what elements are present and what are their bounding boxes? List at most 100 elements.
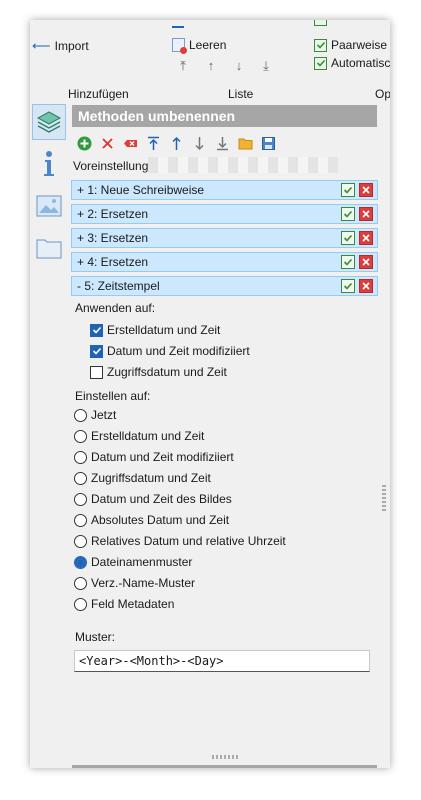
image-icon xyxy=(36,195,62,217)
set-to-option-radio[interactable]: Relatives Datum und relative Uhrzeit xyxy=(74,534,286,548)
clear-list-icon xyxy=(172,38,187,54)
move-top-icon[interactable]: ⤒ xyxy=(175,58,191,74)
radio-icon xyxy=(74,492,87,506)
remove-method-icon[interactable] xyxy=(359,279,373,293)
method-icon-bar xyxy=(76,133,277,153)
set-to-option-radio[interactable]: Feld Metadaten xyxy=(74,597,174,611)
delete-method-button[interactable] xyxy=(99,135,116,152)
pattern-input[interactable]: <Year>-<Month>-<Day> xyxy=(74,650,370,672)
add-method-button[interactable] xyxy=(76,135,93,152)
move-down-icon[interactable]: ↓ xyxy=(231,58,247,74)
method-row-label: + 3: Ersetzen xyxy=(77,231,149,245)
set-to-option-radio[interactable]: Absolutes Datum und Zeit xyxy=(74,513,229,527)
open-folder-icon xyxy=(238,138,253,149)
move-up-icon[interactable]: ↑ xyxy=(203,58,219,74)
presets-dropdown[interactable] xyxy=(148,157,338,173)
option-checkbox-icon xyxy=(314,20,327,26)
move-bottom-icon[interactable]: ⤓ xyxy=(258,58,274,74)
method-row[interactable]: + 1: Neue Schreibweise xyxy=(71,180,378,200)
radio-selected-icon xyxy=(74,555,87,569)
radio-icon xyxy=(74,471,87,485)
apply-created-checkbox[interactable]: Erstelldatum und Zeit xyxy=(90,323,220,337)
radio-icon xyxy=(74,576,87,590)
method-row-label: + 4: Ersetzen xyxy=(77,255,149,269)
save-preset-button[interactable] xyxy=(260,135,277,152)
remove-method-icon[interactable] xyxy=(359,255,373,269)
remove-method-icon[interactable] xyxy=(359,231,373,245)
set-to-label: Einstellen auf: xyxy=(75,389,151,403)
import-button[interactable]: ⟵ Import xyxy=(32,38,89,54)
pattern-label: Muster: xyxy=(75,630,116,644)
move-up-icon xyxy=(172,136,181,150)
horizontal-splitter-grip[interactable] xyxy=(212,755,238,759)
method-row[interactable]: - 5: Zeitstempel xyxy=(71,276,378,296)
rename-methods-panel: Methoden umbenennen Voreinstellungen + 1… xyxy=(68,105,390,768)
apply-accessed-checkbox[interactable]: Zugriffsdatum und Zeit xyxy=(90,365,227,379)
radio-icon xyxy=(74,429,87,443)
sidebar-info-button[interactable] xyxy=(32,146,66,182)
open-preset-button[interactable] xyxy=(237,135,254,152)
layers-icon xyxy=(36,111,62,133)
panel-title: Methoden umbenennen xyxy=(72,105,377,127)
set-to-option-radio[interactable]: Verz.-Name-Muster xyxy=(74,576,195,590)
enable-method-icon[interactable] xyxy=(341,207,355,221)
checkbox-checked-icon xyxy=(90,344,103,358)
sidebar-folder-button[interactable] xyxy=(32,230,66,266)
set-to-option-radio[interactable]: Jetzt xyxy=(74,408,116,422)
method-row[interactable]: + 3: Ersetzen xyxy=(71,228,378,248)
automatic-checkbox-icon xyxy=(314,56,327,70)
enable-method-icon[interactable] xyxy=(341,183,355,197)
folder-icon xyxy=(36,239,62,259)
method-move-top-button[interactable] xyxy=(145,135,162,152)
add-icon xyxy=(77,136,92,150)
clear-methods-button[interactable] xyxy=(122,135,139,152)
checkbox-unchecked-icon xyxy=(90,365,103,379)
remove-method-icon[interactable] xyxy=(359,183,373,197)
set-to-option-radio[interactable]: Datum und Zeit des Bildes xyxy=(74,492,232,506)
checkbox-checked-icon xyxy=(90,323,103,337)
set-to-option-radio[interactable]: Erstelldatum und Zeit xyxy=(74,429,204,443)
set-to-option-radio[interactable]: Dateinamenmuster xyxy=(74,555,192,569)
radio-icon xyxy=(74,513,87,527)
method-row-label: + 2: Ersetzen xyxy=(77,207,149,221)
set-to-option-radio[interactable]: Zugriffsdatum und Zeit xyxy=(74,471,211,485)
enable-method-icon[interactable] xyxy=(341,255,355,269)
import-arrow-icon: ⟵ xyxy=(32,38,51,53)
method-row-label: + 1: Neue Schreibweise xyxy=(77,183,205,197)
option-partial-item[interactable] xyxy=(314,20,327,26)
clear-button[interactable]: Leeren xyxy=(172,38,226,54)
method-row[interactable]: + 4: Ersetzen xyxy=(71,252,378,272)
method-move-down-button[interactable] xyxy=(191,135,208,152)
radio-icon xyxy=(74,534,87,548)
list-partial-item[interactable] xyxy=(172,20,184,28)
move-down-icon xyxy=(195,136,204,150)
app-window: ⟵ Import Leeren Paarweise U Automatisc xyxy=(30,20,390,768)
radio-icon xyxy=(74,408,87,422)
set-to-option-radio[interactable]: Datum und Zeit modifiziiert xyxy=(74,450,234,464)
radio-icon xyxy=(74,450,87,464)
automatic-toggle[interactable]: Automatisc xyxy=(314,56,390,70)
enable-method-icon[interactable] xyxy=(341,279,355,293)
method-move-up-button[interactable] xyxy=(168,135,185,152)
vertical-splitter-grip[interactable] xyxy=(382,485,386,511)
list-icon xyxy=(172,20,184,28)
delete-icon xyxy=(102,137,113,149)
move-top-icon xyxy=(148,136,159,150)
apply-to-label: Anwenden auf: xyxy=(75,301,156,315)
next-panel-header[interactable] xyxy=(72,765,377,768)
info-icon xyxy=(44,151,54,176)
remove-method-icon[interactable] xyxy=(359,207,373,221)
apply-modified-checkbox[interactable]: Datum und Zeit modifiziiert xyxy=(90,344,250,358)
clear-icon xyxy=(124,139,137,147)
group-label-list: Liste xyxy=(228,87,254,101)
sidebar-methods-button[interactable] xyxy=(32,104,66,140)
left-sidebar xyxy=(30,100,68,768)
enable-method-icon[interactable] xyxy=(341,231,355,245)
sidebar-image-button[interactable] xyxy=(32,188,66,224)
pairwise-checkbox-icon xyxy=(314,38,327,52)
group-label-options: Op xyxy=(375,87,390,101)
method-row[interactable]: + 2: Ersetzen xyxy=(71,204,378,224)
method-row-label: - 5: Zeitstempel xyxy=(77,279,160,293)
pairwise-toggle[interactable]: Paarweise U xyxy=(314,38,390,52)
method-move-bottom-button[interactable] xyxy=(214,135,231,152)
